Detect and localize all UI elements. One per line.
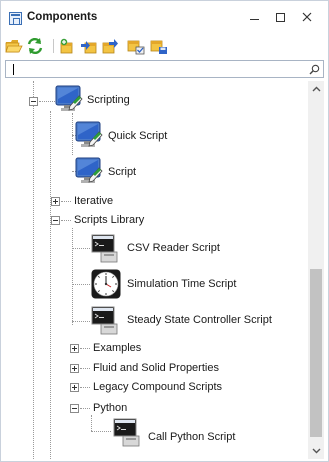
components-window-icon (9, 12, 22, 25)
add-component-icon (60, 38, 73, 54)
script-monitor-icon (75, 157, 103, 183)
tree-guide-line (72, 321, 90, 322)
tree-node-fluid-and-solid-properties[interactable]: Fluid and Solid Properties (93, 362, 219, 374)
minimize-icon (249, 18, 259, 20)
add-component-button[interactable] (58, 37, 76, 55)
move-component-icon (81, 41, 97, 54)
maximize-button[interactable] (269, 7, 291, 27)
minimize-button[interactable] (243, 7, 265, 27)
components-panel: Components Scripting Quick Script Script… (0, 0, 329, 462)
search-box (5, 60, 324, 78)
tree-guide-line (80, 408, 90, 409)
export-component-button[interactable] (101, 37, 119, 55)
save-component-button[interactable] (150, 37, 168, 55)
tree-node-script[interactable]: Script (108, 166, 136, 178)
stopwatch-icon (91, 269, 121, 299)
maximize-icon (275, 12, 285, 22)
scroll-up-button[interactable] (308, 81, 324, 97)
chevron-up-icon (312, 86, 320, 92)
tree-guide-line (80, 348, 90, 349)
tree-node-simulation-time-script[interactable]: Simulation Time Script (127, 278, 236, 290)
tree-node-scripts-library[interactable]: Scripts Library (74, 214, 144, 226)
search-input[interactable] (8, 61, 300, 77)
collapse-python-toggle[interactable] (70, 404, 79, 413)
tree-guide-line (72, 248, 90, 249)
text-caret (13, 64, 14, 75)
tree-guide-line (61, 201, 71, 202)
export-component-icon (102, 39, 118, 54)
tree-node-iterative[interactable]: Iterative (74, 195, 113, 207)
tree-node-steady-state-controller-script[interactable]: Steady State Controller Script (127, 314, 272, 326)
tree-guide-line (80, 368, 90, 369)
tree-guide-line (39, 101, 55, 102)
tree-guide-line (61, 220, 71, 221)
lock-component-button[interactable] (127, 37, 145, 55)
refresh-icon (27, 37, 43, 55)
close-icon (302, 12, 312, 22)
chevron-down-icon (312, 448, 320, 454)
tree-node-quick-script[interactable]: Quick Script (108, 130, 167, 142)
tree-guide-line (72, 228, 73, 325)
close-button[interactable] (296, 7, 318, 27)
title-bar: Components (1, 1, 328, 33)
open-folder-button[interactable] (5, 37, 23, 55)
expand-examples-toggle[interactable] (70, 344, 79, 353)
tree-node-csv-reader-script[interactable]: CSV Reader Script (127, 242, 220, 254)
tree-guide-line (72, 113, 73, 155)
collapse-scripting-toggle[interactable] (29, 97, 38, 106)
scrollbar-thumb[interactable] (310, 269, 322, 437)
csv-reader-terminal-icon (91, 234, 118, 263)
tree-guide-line (91, 431, 111, 432)
panel-title: Components (27, 11, 98, 23)
tree-guide-line (33, 81, 34, 459)
tree-guide-line (72, 284, 90, 285)
scroll-down-button[interactable] (308, 443, 324, 459)
call-python-terminal-icon (113, 418, 140, 447)
steady-state-terminal-icon (91, 306, 118, 335)
tree-guide-line (91, 415, 92, 431)
tree-guide-line (80, 387, 90, 388)
quick-script-monitor-icon (75, 121, 103, 147)
expand-fluid-and-solid-properties-toggle[interactable] (70, 364, 79, 373)
tree-node-python[interactable]: Python (93, 402, 127, 414)
expand-iterative-toggle[interactable] (51, 197, 60, 206)
tree-node-examples[interactable]: Examples (93, 342, 141, 354)
vertical-scrollbar[interactable] (308, 81, 324, 459)
search-icon[interactable] (309, 64, 320, 75)
collapse-scripts-library-toggle[interactable] (51, 216, 60, 225)
expand-legacy-compound-scripts-toggle[interactable] (70, 383, 79, 392)
tree-node-call-python-script[interactable]: Call Python Script (148, 431, 235, 443)
toolbar (1, 34, 328, 58)
open-folder-icon (5, 40, 23, 53)
components-tree: Scripting Quick Script Script Iterative … (5, 81, 308, 459)
lock-component-icon (127, 40, 145, 55)
tree-guide-line (50, 111, 51, 459)
refresh-button[interactable] (26, 37, 44, 55)
tree-node-legacy-compound-scripts[interactable]: Legacy Compound Scripts (93, 381, 222, 393)
toolbar-separator (53, 39, 54, 53)
move-component-button[interactable] (80, 37, 98, 55)
save-component-icon (150, 40, 167, 54)
scripting-monitor-icon (55, 85, 83, 111)
tree-node-scripting[interactable]: Scripting (87, 94, 130, 106)
